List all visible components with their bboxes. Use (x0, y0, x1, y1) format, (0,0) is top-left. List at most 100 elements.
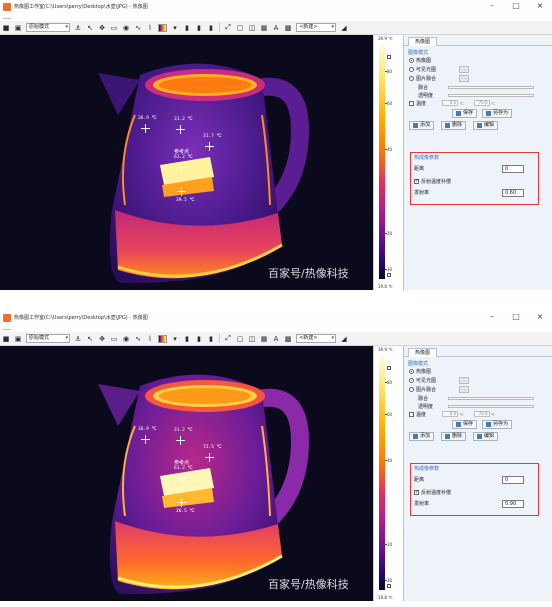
export-icon[interactable]: ◢ (340, 335, 348, 343)
measure-point-lower[interactable] (177, 187, 186, 196)
radio-thermal[interactable]: 热像图 (409, 56, 552, 65)
close-button[interactable]: × (534, 312, 546, 322)
menu-icon[interactable] (3, 325, 11, 330)
radio-fusion[interactable]: 图片融合 ⋯ (409, 74, 552, 83)
range-icon[interactable]: ▮ (195, 24, 203, 32)
radio-fusion[interactable]: 图片融合 ⋯ (409, 385, 552, 394)
grid-icon[interactable]: ▦ (260, 24, 268, 32)
save-button[interactable]: 保存 (452, 419, 478, 429)
save-icon[interactable]: ▣ (14, 335, 22, 343)
save-as-button[interactable]: 另存为 (482, 108, 513, 118)
measure-point-left[interactable] (141, 435, 150, 444)
folder-icon[interactable]: ■ (2, 335, 10, 343)
image-icon[interactable]: ▩ (284, 335, 292, 343)
visible-settings-button[interactable]: ⋯ (459, 377, 469, 384)
maximize-button[interactable]: □ (510, 312, 522, 322)
frame-icon[interactable]: ▢ (236, 335, 244, 343)
save-as-button[interactable]: 另存为 (482, 419, 513, 429)
stretch-icon[interactable]: ▮ (207, 335, 215, 343)
emissivity-input[interactable]: 0.60 (502, 188, 524, 197)
palette-marker-bottom[interactable] (387, 273, 391, 277)
save-icon[interactable]: ▣ (14, 24, 22, 32)
range-icon[interactable]: ▮ (195, 335, 203, 343)
fusion-settings-button[interactable]: ⋯ (459, 386, 469, 393)
edit-button[interactable]: 编辑 (473, 431, 499, 441)
measure-point-right[interactable] (205, 142, 214, 151)
radio-visible[interactable]: 可见光图 ⋯ (409, 65, 552, 74)
range-min-input[interactable]: 0.0 (442, 411, 458, 417)
palette-bar[interactable] (379, 355, 385, 590)
blend-slider[interactable] (448, 396, 534, 400)
transparency-slider[interactable] (448, 404, 534, 408)
measure-point-right[interactable] (205, 453, 214, 462)
folder-icon[interactable]: ■ (2, 24, 10, 32)
anchor-icon[interactable]: ⚓ (74, 24, 82, 32)
thermal-image[interactable]: 36.9 ℃ 31.2 ℃ 72.5 ℃ 参考点 61.2 ℃ 36.5 ℃ 百… (0, 346, 373, 601)
rect-icon[interactable]: ▭ (110, 24, 118, 32)
measure-point-lower[interactable] (177, 498, 186, 507)
level-icon[interactable]: ▮ (183, 24, 191, 32)
palette-marker-bottom[interactable] (387, 584, 391, 588)
palette-icon[interactable] (158, 23, 167, 32)
grid-icon[interactable]: ▦ (260, 335, 268, 343)
label-select[interactable]: <新建> ▾ (296, 23, 336, 32)
fit-icon[interactable]: ⤢ (224, 334, 232, 343)
stretch-icon[interactable]: ▮ (207, 24, 215, 32)
range-checkbox[interactable] (409, 100, 414, 106)
menu-icon[interactable] (3, 14, 11, 19)
fit-icon[interactable]: ⤢ (224, 23, 232, 32)
pointer-icon[interactable]: ↖ (86, 24, 94, 32)
maximize-button[interactable]: □ (510, 1, 522, 11)
level-icon[interactable]: ▮ (183, 335, 191, 343)
minimize-button[interactable]: – (486, 1, 498, 11)
fusion-settings-button[interactable]: ⋯ (459, 75, 469, 82)
visible-settings-button[interactable]: ⋯ (459, 66, 469, 73)
measure-point-reference[interactable] (177, 163, 186, 172)
compare-icon[interactable]: ◫ (248, 335, 256, 343)
image-icon[interactable]: ▩ (284, 24, 292, 32)
move-icon[interactable]: ✥ (98, 24, 106, 32)
palette-dropdown-icon[interactable]: ▾ (171, 335, 179, 343)
distance-input[interactable]: 0 (502, 475, 524, 484)
tab-thermal[interactable]: 热像图 (408, 37, 438, 46)
close-button[interactable]: × (534, 1, 546, 11)
palette-icon[interactable] (158, 334, 167, 343)
polyline-icon[interactable]: ⌇ (146, 335, 154, 343)
ellipse-icon[interactable]: ◉ (122, 335, 130, 343)
curve-icon[interactable]: ∿ (134, 24, 142, 32)
delete-button[interactable]: 删除 (441, 120, 467, 130)
curve-icon[interactable]: ∿ (134, 335, 142, 343)
anchor-icon[interactable]: ⚓ (74, 335, 82, 343)
label-select[interactable]: <新建> ▾ (296, 334, 336, 343)
measure-point-center[interactable] (176, 125, 185, 134)
thermal-image[interactable]: 36.9 ℃ 31.2 ℃ 31.7 ℃ 参考点 61.2 ℃ 39.5 ℃ 百… (0, 35, 373, 290)
tab-thermal[interactable]: 热像图 (408, 348, 438, 357)
range-min-input[interactable]: 0.0 (442, 100, 458, 106)
rect-icon[interactable]: ▭ (110, 335, 118, 343)
measure-point-center[interactable] (176, 436, 185, 445)
range-checkbox[interactable] (409, 411, 414, 417)
edit-button[interactable]: 编辑 (473, 120, 499, 130)
mode-select[interactable]: 原始模式 ▾ (26, 23, 70, 32)
move-icon[interactable]: ✥ (98, 335, 106, 343)
palette-dropdown-icon[interactable]: ▾ (171, 24, 179, 32)
mode-select[interactable]: 原始模式 ▾ (26, 334, 70, 343)
add-button[interactable]: 添加 (409, 431, 435, 441)
measure-point-left[interactable] (141, 124, 150, 133)
distance-input[interactable]: 0 (502, 164, 524, 173)
add-button[interactable]: 添加 (409, 120, 435, 130)
palette-marker-top[interactable] (387, 366, 391, 370)
emissivity-input[interactable]: 0.90 (502, 499, 524, 508)
delete-button[interactable]: 删除 (441, 431, 467, 441)
text-icon[interactable]: A (272, 24, 280, 32)
blend-slider[interactable] (448, 85, 534, 89)
radio-visible[interactable]: 可见光图 ⋯ (409, 376, 552, 385)
palette-marker-top[interactable] (387, 55, 391, 59)
save-button[interactable]: 保存 (452, 108, 478, 118)
radio-thermal[interactable]: 热像图 (409, 367, 552, 376)
transparency-slider[interactable] (448, 93, 534, 97)
reflect-compensation-checkbox[interactable] (414, 489, 419, 495)
minimize-button[interactable]: – (486, 312, 498, 322)
reflect-compensation-checkbox[interactable] (414, 178, 419, 184)
range-max-input[interactable]: 70.0 (473, 100, 490, 106)
